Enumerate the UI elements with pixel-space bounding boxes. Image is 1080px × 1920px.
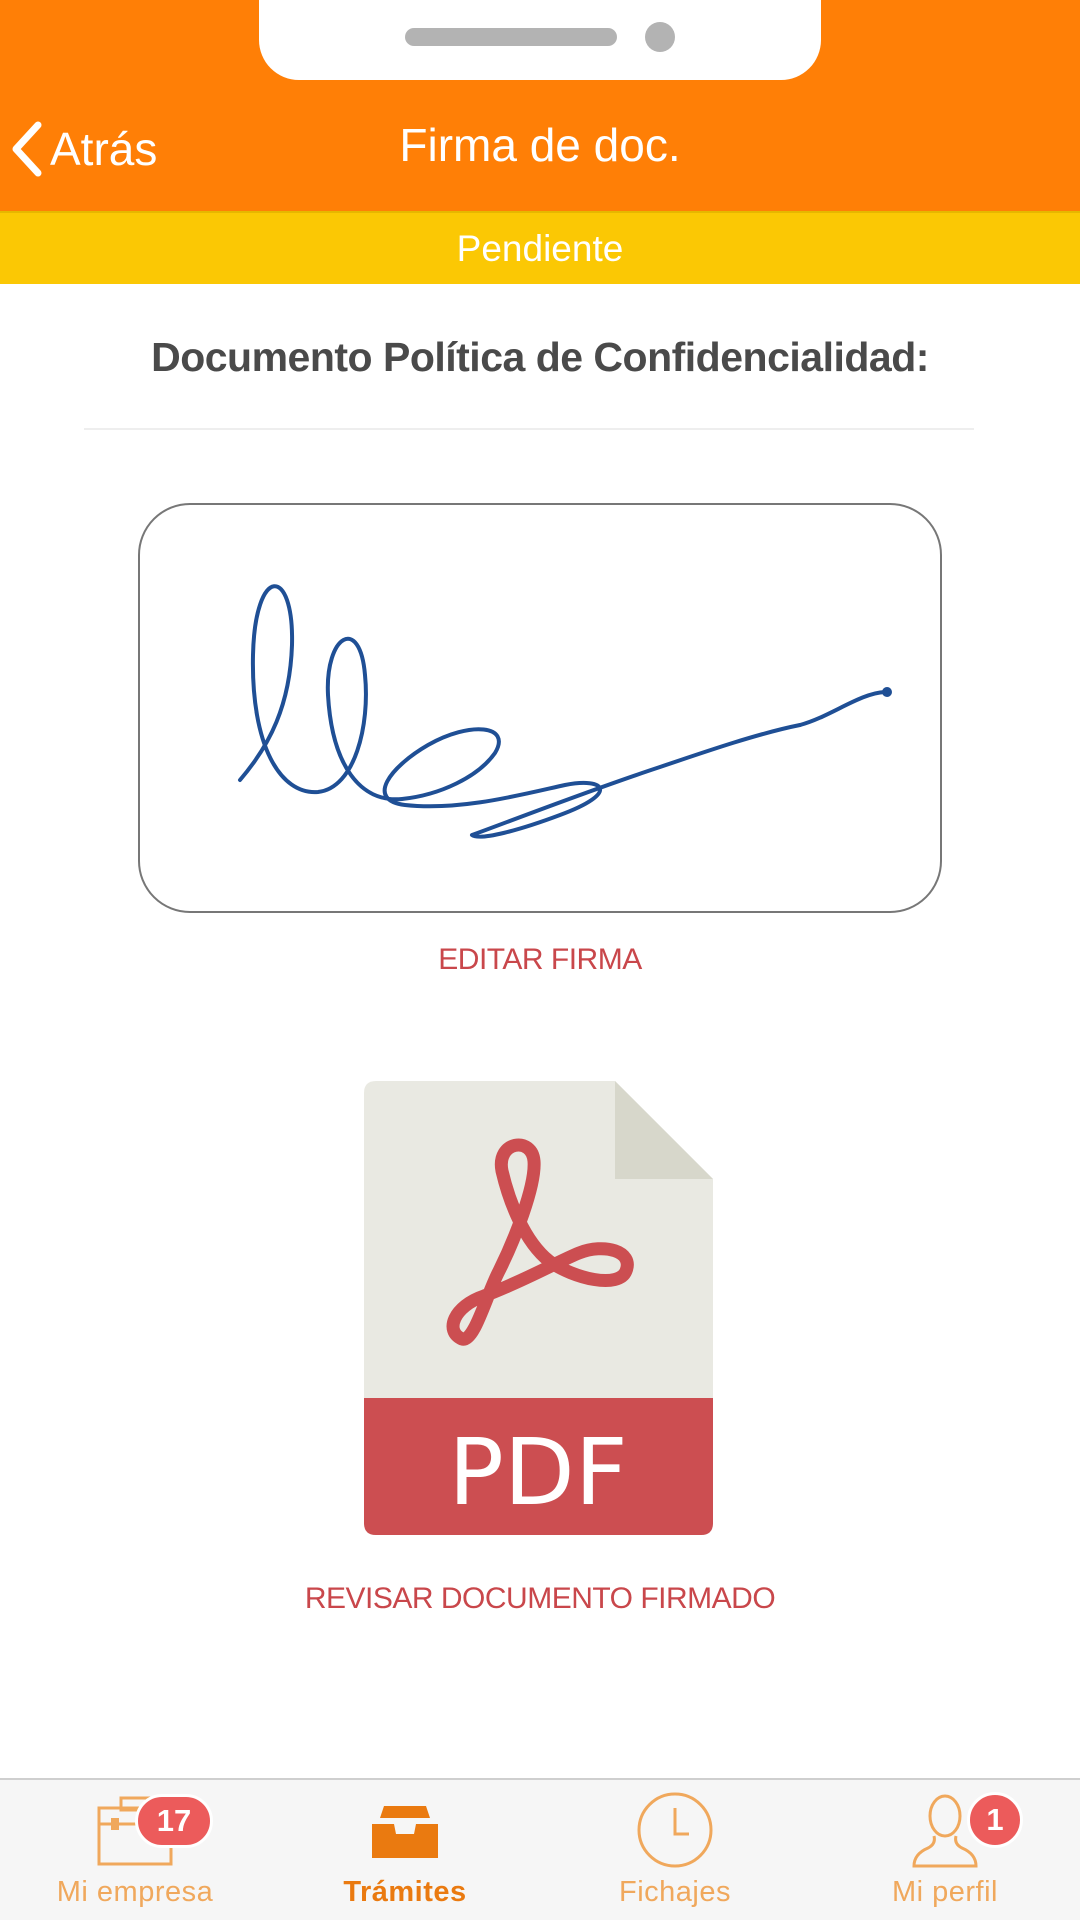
tab-label: Fichajes <box>619 1876 731 1908</box>
tab-tramites[interactable]: Trámites <box>270 1780 540 1920</box>
inbox-tray-icon <box>372 1806 438 1858</box>
pdf-document-button[interactable]: PDF <box>364 1081 713 1535</box>
edit-signature-link[interactable]: EDITAR FIRMA <box>0 943 1080 977</box>
status-label: Pendiente <box>456 227 624 269</box>
document-title: Documento Política de Confidencialidad: <box>151 334 929 380</box>
notification-badge: 17 <box>135 1794 213 1848</box>
signature-box[interactable] <box>138 503 942 913</box>
review-signed-document-link[interactable]: REVISAR DOCUMENTO FIRMADO <box>0 1582 1080 1616</box>
divider <box>84 428 974 430</box>
tab-label: Mi empresa <box>56 1876 214 1908</box>
page-title: Firma de doc. <box>399 119 681 171</box>
clock-icon <box>637 1792 713 1868</box>
tab-mi-empresa[interactable]: 17 Mi empresa <box>0 1780 270 1920</box>
tab-mi-perfil[interactable]: 1 Mi perfil <box>810 1780 1080 1920</box>
tab-label: Mi perfil <box>891 1876 998 1908</box>
status-banner: Pendiente <box>0 211 1080 284</box>
front-camera <box>645 22 675 52</box>
device-notch <box>259 0 821 80</box>
tab-fichajes[interactable]: Fichajes <box>540 1780 810 1920</box>
tab-bar: 17 Mi empresa Trámites Fichajes 1 Mi per… <box>0 1778 1080 1920</box>
notification-badge: 1 <box>967 1792 1023 1848</box>
pdf-label: PDF <box>448 1419 627 1526</box>
pdf-icon: PDF <box>364 1081 713 1535</box>
signature-drawing <box>238 584 892 839</box>
speaker-grille <box>405 28 617 46</box>
header-bar: Atrás Firma de doc. <box>0 0 1080 211</box>
tab-label: Trámites <box>343 1876 467 1908</box>
